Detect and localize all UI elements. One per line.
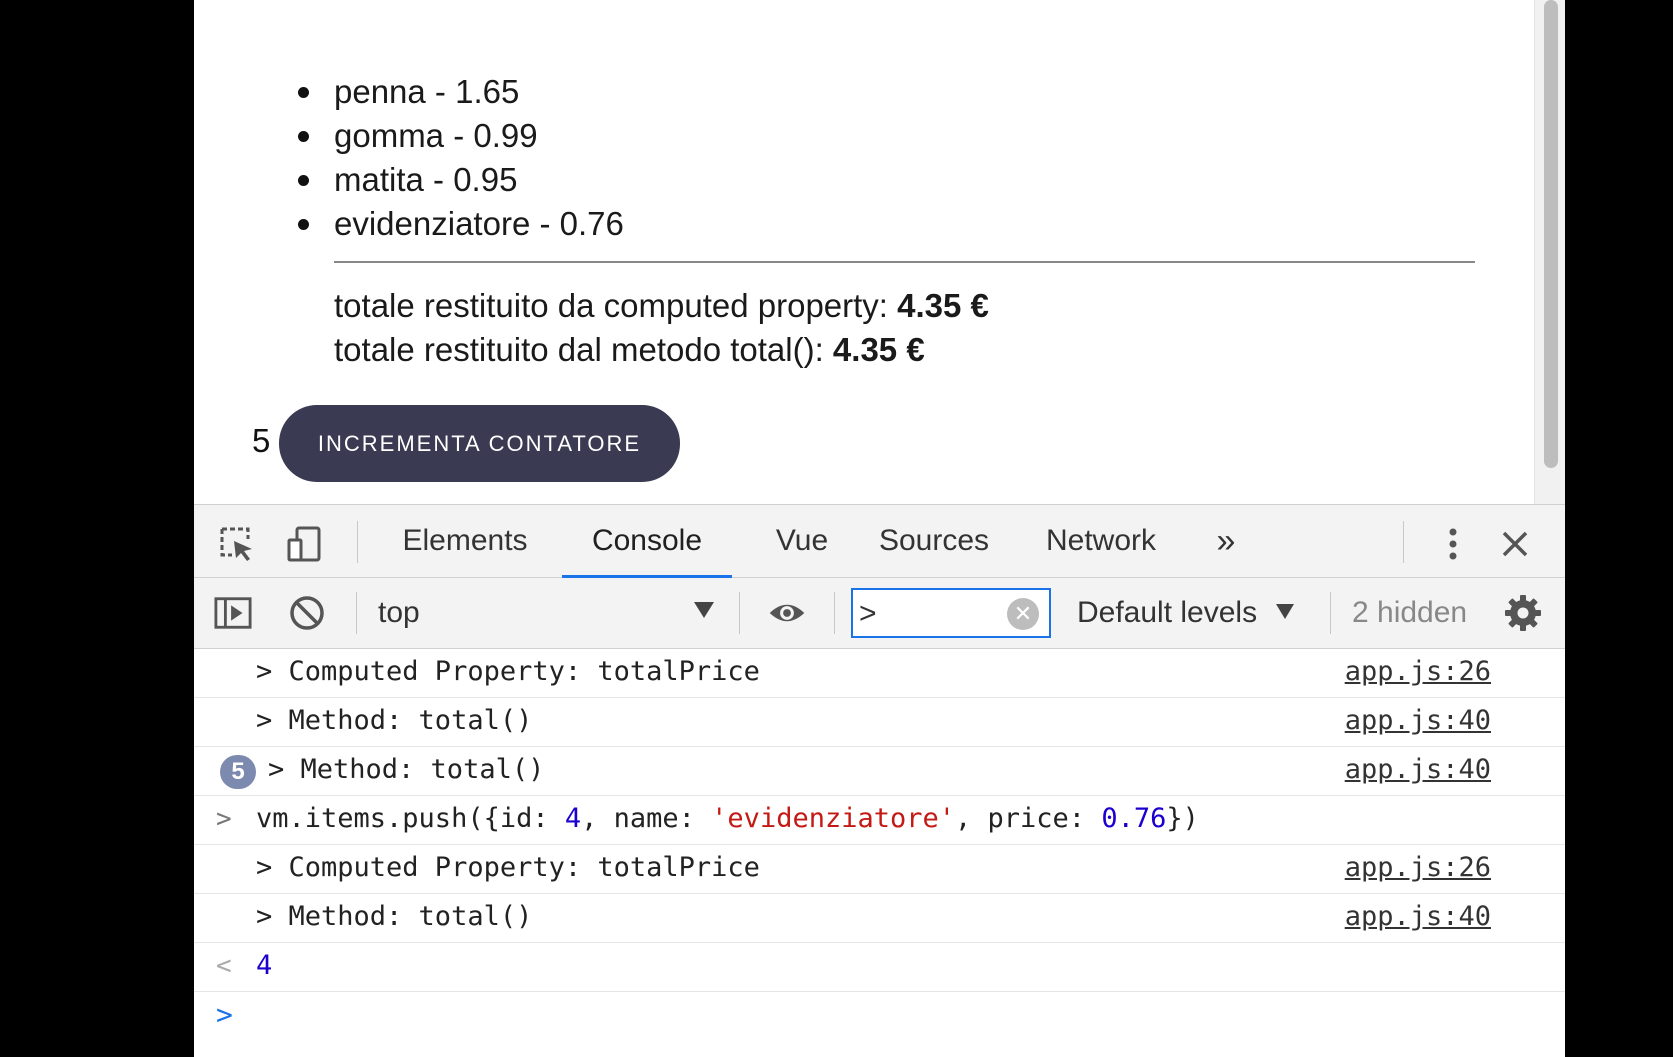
- log-message: > Method: total(): [256, 705, 533, 736]
- chevron-down-icon[interactable]: [1276, 604, 1294, 619]
- console-log-row: > Computed Property: totalPrice app.js:2…: [194, 845, 1565, 894]
- computed-total-value: 4.35 €: [897, 287, 989, 324]
- increment-counter-button[interactable]: INCREMENTA CONTATORE: [279, 405, 680, 482]
- log-message: > Method: total(): [268, 754, 545, 785]
- method-total-label: totale restituito dal metodo total():: [334, 331, 824, 368]
- console-log-row: > Computed Property: totalPrice app.js:2…: [194, 649, 1565, 698]
- log-levels-dropdown[interactable]: Default levels: [1077, 578, 1257, 648]
- source-link[interactable]: app.js:40: [1345, 747, 1491, 793]
- log-message: > Computed Property: totalPrice: [256, 656, 760, 687]
- console-log-row: > Method: total() app.js:40: [194, 698, 1565, 747]
- console-filter[interactable]: ✕: [851, 588, 1051, 638]
- item-label: matita - 0.95: [334, 161, 518, 198]
- log-message: > Method: total(): [256, 901, 533, 932]
- item-label: gomma - 0.99: [334, 117, 538, 154]
- source-link[interactable]: app.js:40: [1345, 894, 1491, 940]
- code-token: vm.items.push({id:: [256, 803, 565, 834]
- console-settings-gear-icon[interactable]: [1504, 594, 1542, 632]
- bullet: [298, 219, 309, 230]
- tab-vue[interactable]: Vue: [762, 505, 842, 577]
- bullet: [298, 87, 309, 98]
- list-item: evidenziatore - 0.76: [298, 202, 624, 246]
- bullet: [298, 175, 309, 186]
- divider: [334, 261, 1475, 263]
- filter-input[interactable]: [859, 595, 1009, 633]
- computed-total-line: totale restituito da computed property: …: [334, 287, 989, 325]
- clear-filter-icon[interactable]: ✕: [1007, 598, 1039, 630]
- separator: [1403, 521, 1404, 563]
- console-log-row: 5 > Method: total() app.js:40: [194, 747, 1565, 796]
- source-link[interactable]: app.js:26: [1345, 649, 1491, 695]
- counter-value: 5: [252, 422, 271, 459]
- page-viewport: penna - 1.65 gomma - 0.99 matita - 0.95 …: [194, 0, 1565, 504]
- console-result-row: < 4: [194, 943, 1565, 992]
- item-label: evidenziatore - 0.76: [334, 205, 624, 242]
- input-chevron-icon: >: [216, 804, 232, 834]
- separator: [834, 592, 835, 634]
- more-tabs-icon[interactable]: »: [1206, 505, 1246, 577]
- code-string: 'evidenziatore': [711, 803, 956, 834]
- code-number: 4: [564, 803, 582, 834]
- tab-network[interactable]: Network: [1036, 505, 1166, 577]
- result-arrow-icon: <: [216, 951, 232, 981]
- method-total-value: 4.35 €: [832, 331, 925, 368]
- context-selector[interactable]: top: [378, 578, 420, 648]
- prompt-chevron-icon: >: [216, 998, 233, 1031]
- separator: [739, 592, 740, 634]
- log-message: > Computed Property: totalPrice: [256, 852, 760, 883]
- live-expression-eye-icon[interactable]: [768, 594, 806, 632]
- command-text: vm.items.push({id: 4, name: 'evidenziato…: [256, 796, 1199, 842]
- console-output: > Computed Property: totalPrice app.js:2…: [194, 649, 1565, 1057]
- separator: [1330, 592, 1331, 634]
- tab-console[interactable]: Console: [562, 505, 732, 578]
- list-item: gomma - 0.99: [298, 114, 624, 158]
- console-toolbar: top ✕ Default levels 2 hidden: [194, 578, 1565, 649]
- repeat-count-badge: 5: [220, 755, 256, 789]
- source-link[interactable]: app.js:40: [1345, 698, 1491, 744]
- close-devtools-icon[interactable]: [1496, 525, 1534, 563]
- browser-window: penna - 1.65 gomma - 0.99 matita - 0.95 …: [194, 0, 1565, 1057]
- hidden-messages-count: 2 hidden: [1352, 596, 1468, 629]
- clear-console-icon[interactable]: [288, 594, 326, 632]
- separator: [356, 592, 357, 634]
- item-label: penna - 1.65: [334, 73, 520, 110]
- show-sidebar-icon[interactable]: [214, 594, 252, 632]
- inspect-element-icon[interactable]: [218, 525, 256, 563]
- console-prompt-row[interactable]: >: [194, 992, 1565, 1040]
- bullet: [298, 131, 309, 142]
- list-item: matita - 0.95: [298, 158, 624, 202]
- devtools-panel: Elements Console Vue Sources Network » t…: [194, 504, 1565, 1057]
- source-link[interactable]: app.js:26: [1345, 845, 1491, 891]
- items-list: penna - 1.65 gomma - 0.99 matita - 0.95 …: [298, 70, 624, 246]
- console-log-row: > Method: total() app.js:40: [194, 894, 1565, 943]
- method-total-line: totale restituito dal metodo total(): 4.…: [334, 331, 925, 369]
- list-item: penna - 1.65: [298, 70, 624, 114]
- code-token: }): [1166, 803, 1199, 834]
- console-input-row: > vm.items.push({id: 4, name: 'evidenzia…: [194, 796, 1565, 845]
- device-toolbar-icon[interactable]: [286, 525, 324, 563]
- tab-elements[interactable]: Elements: [400, 505, 530, 577]
- computed-total-label: totale restituito da computed property:: [334, 287, 888, 324]
- chevron-down-icon[interactable]: [694, 602, 714, 618]
- result-value: 4: [256, 950, 273, 981]
- tab-sources[interactable]: Sources: [874, 505, 994, 577]
- page-scrollbar-thumb[interactable]: [1544, 0, 1558, 468]
- separator: [357, 521, 358, 563]
- code-token: , price:: [955, 803, 1102, 834]
- kebab-menu-icon[interactable]: [1434, 525, 1472, 563]
- code-number: 0.76: [1101, 803, 1167, 834]
- code-token: , name:: [581, 803, 712, 834]
- page-scrollbar[interactable]: [1534, 0, 1565, 504]
- devtools-tabbar: Elements Console Vue Sources Network »: [194, 505, 1565, 578]
